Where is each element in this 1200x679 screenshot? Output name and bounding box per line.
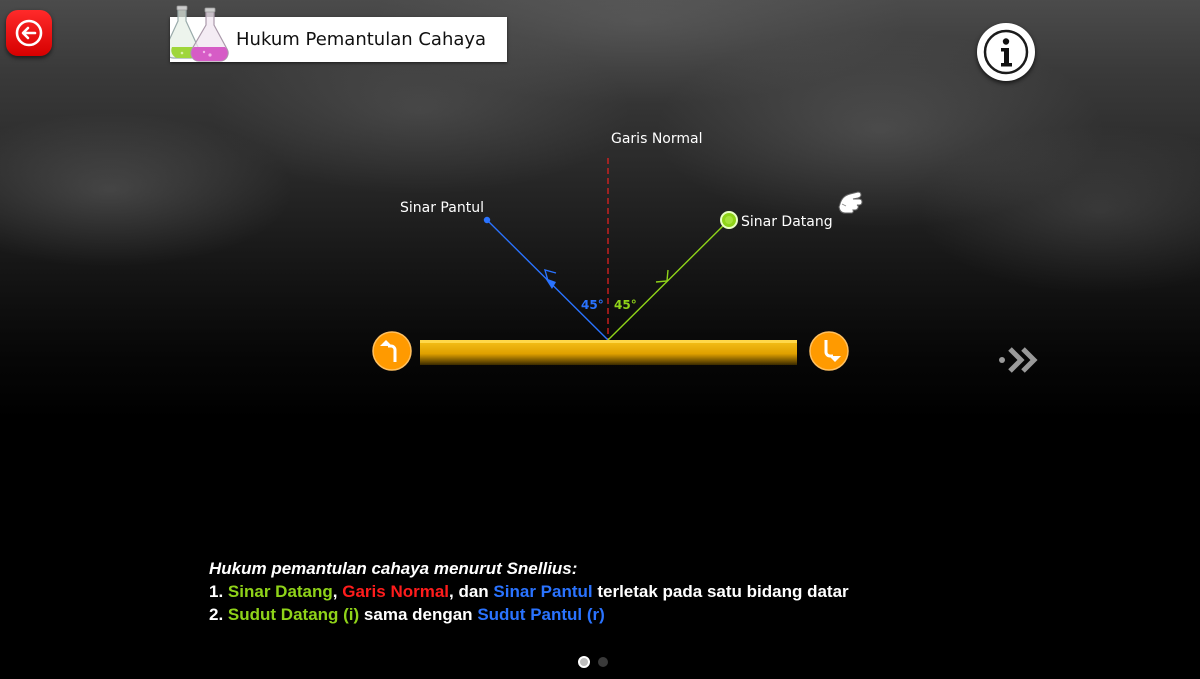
law-heading: Hukum pemantulan cahaya menurut Snellius…	[209, 559, 578, 578]
normal-label: Garis Normal	[611, 131, 702, 147]
law-1-incident-ray: Sinar Datang	[227, 582, 333, 601]
rotate-right-button[interactable]	[809, 331, 849, 371]
page-dot-1[interactable]	[578, 656, 590, 668]
law-description: Hukum pemantulan cahaya menurut Snellius…	[209, 557, 849, 626]
app-screen: Hukum Pemantulan Cahaya Garis Normal Sin…	[0, 0, 1200, 679]
reflected-angle-label: 45°	[581, 298, 604, 312]
reflected-label: Sinar Pantul	[400, 200, 484, 216]
law-point-2: 2. Sudut Datang (i) sama dengan Sudut Pa…	[209, 603, 849, 626]
law-1-number: 1.	[209, 582, 224, 601]
law-1-rest: terletak pada satu bidang datar	[597, 582, 849, 601]
pointing-hand-icon	[838, 191, 863, 214]
law-2-equals: sama dengan	[363, 605, 473, 624]
law-point-1: 1. Sinar Datang, Garis Normal, dan Sinar…	[209, 580, 849, 603]
mirror-surface	[420, 340, 797, 365]
reflected-ray-end	[483, 216, 491, 224]
incident-angle-label: 45°	[614, 298, 637, 312]
page-indicator	[578, 656, 608, 668]
law-1-comma: ,	[332, 582, 338, 601]
law-1-and: , dan	[449, 582, 489, 601]
law-2-reflected-angle: Sudut Pantul (r)	[477, 605, 605, 624]
law-1-reflected-ray: Sinar Pantul	[493, 582, 593, 601]
law-2-incident-angle: Sudut Datang (i)	[227, 605, 360, 624]
incident-ray	[607, 219, 730, 341]
incident-label: Sinar Datang	[741, 214, 833, 230]
next-arrow-icon	[999, 347, 1038, 373]
next-button[interactable]	[996, 344, 1044, 376]
law-1-normal-line: Garis Normal	[342, 582, 450, 601]
rotate-left-button[interactable]	[372, 331, 412, 371]
page-dot-2[interactable]	[598, 657, 608, 667]
law-2-number: 2.	[209, 605, 224, 624]
